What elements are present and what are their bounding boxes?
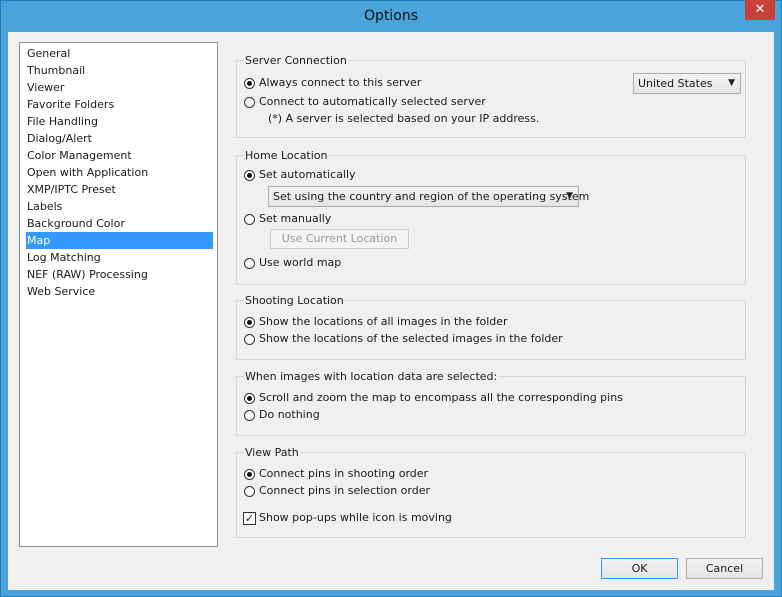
radio-label: Show the locations of the selected image… [259,332,563,345]
title-bar[interactable]: Options ✕ [1,0,781,32]
radio-always-connect[interactable] [244,78,255,89]
nav-item-file-handling[interactable]: File Handling [26,113,213,130]
nav-item-web-service[interactable]: Web Service [26,283,213,300]
nav-item-dialog-alert[interactable]: Dialog/Alert [26,130,213,147]
select-value: Set using the country and region of the … [273,190,590,203]
radio-label: Use world map [259,256,342,269]
nav-item-background-color[interactable]: Background Color [26,215,213,232]
radio-shooting-order[interactable] [244,469,255,480]
close-button[interactable]: ✕ [745,0,775,20]
auto-location-select[interactable]: Set using the country and region of the … [268,186,589,207]
radio-label: Scroll and zoom the map to encompass all… [259,391,623,404]
server-note: (*) A server is selected based on your I… [268,112,540,125]
popup-checkbox[interactable]: ✓ [243,512,256,525]
nav-item-labels[interactable]: Labels [26,198,213,215]
radio-scroll-and-zoom[interactable] [244,393,255,404]
nav-item-open-with-application[interactable]: Open with Application [26,164,213,181]
nav-item-general[interactable]: General [26,45,213,62]
radio-show-all-images[interactable] [244,317,255,328]
ok-button[interactable]: OK [601,558,678,579]
group-title: When images with location data are selec… [244,370,499,384]
shooting-location-group: Shooting Location Show the locations of … [236,294,746,360]
server-connection-group: Server Connection Always connect to this… [236,54,746,138]
category-list[interactable]: General Thumbnail Viewer Favorite Folder… [19,42,218,547]
select-value: United States [638,77,713,90]
radio-set-manually[interactable] [244,214,255,225]
nav-item-xmp-iptc-preset[interactable]: XMP/IPTC Preset [26,181,213,198]
radio-use-world-map[interactable] [244,258,255,269]
chevron-down-icon: ▼ [728,78,735,88]
radio-label: Always connect to this server [259,76,422,89]
radio-label: Connect pins in selection order [259,484,431,497]
radio-set-automatically[interactable] [244,170,255,181]
chevron-down-icon: ▼ [566,191,573,201]
view-path-group: View Path Connect pins in shooting order… [236,446,746,538]
home-location-group: Home Location Set automatically Set usin… [236,149,746,285]
radio-label: Set manually [259,212,332,225]
nav-item-thumbnail[interactable]: Thumbnail [26,62,213,79]
radio-label: Connect to automatically selected server [259,95,486,108]
nav-item-log-matching[interactable]: Log Matching [26,249,213,266]
group-title: Shooting Location [244,294,345,308]
nav-item-map[interactable]: Map [26,232,213,249]
cancel-button[interactable]: Cancel [686,558,763,579]
nav-item-color-management[interactable]: Color Management [26,147,213,164]
dialog-body: General Thumbnail Viewer Favorite Folder… [8,32,774,590]
window-title: Options [363,8,419,24]
close-icon: ✕ [754,2,766,17]
selection-behavior-group: When images with location data are selec… [236,370,746,436]
nav-item-favorite-folders[interactable]: Favorite Folders [26,96,213,113]
group-title: Server Connection [244,54,348,68]
radio-label: Do nothing [259,408,320,421]
group-title: Home Location [244,149,329,163]
checkbox-label: Show pop-ups while icon is moving [259,511,452,524]
radio-label: Show the locations of all images in the … [259,315,508,328]
radio-auto-server[interactable] [244,97,255,108]
country-select[interactable]: United States ▼ [633,73,741,94]
radio-selection-order[interactable] [244,486,255,497]
radio-show-selected-images[interactable] [244,334,255,345]
radio-do-nothing[interactable] [244,410,255,421]
options-window: Options ✕ General Thumbnail Viewer Favor… [0,0,782,597]
group-title: View Path [244,446,300,460]
radio-label: Connect pins in shooting order [259,467,429,480]
use-current-location-button[interactable]: Use Current Location [270,229,409,249]
nav-item-nef-raw-processing[interactable]: NEF (RAW) Processing [26,266,213,283]
checkmark-icon: ✓ [244,512,255,525]
nav-item-viewer[interactable]: Viewer [26,79,213,96]
radio-label: Set automatically [259,168,356,181]
